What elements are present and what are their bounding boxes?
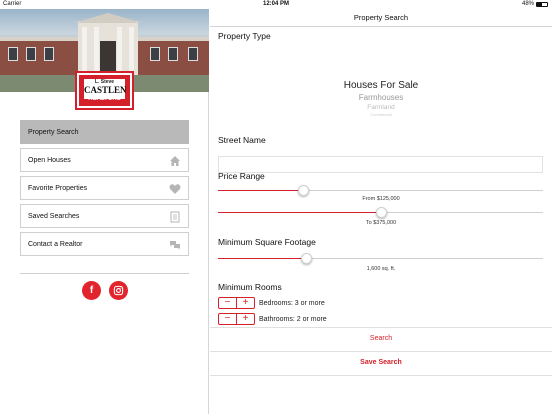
price-to-thumb[interactable] (375, 207, 387, 218)
instagram-glyph (113, 285, 124, 296)
document-icon (170, 211, 180, 223)
clock: 12:04 PM (262, 1, 289, 7)
main-panel: Property Search Property Type Houses For… (210, 9, 552, 414)
instagram-icon[interactable] (109, 281, 128, 300)
sidebar-divider (20, 273, 189, 274)
sidebar-menu: Property Search Open Houses Favorite Pro… (20, 120, 189, 260)
sidebar-item-contact-realtor[interactable]: Contact a Realtor (20, 232, 189, 256)
bedrooms-label: Bedrooms: 3 or more (259, 299, 325, 307)
picker-option[interactable]: Farmland (210, 103, 552, 112)
bedrooms-minus-button[interactable]: − (219, 298, 237, 308)
bedrooms-row: − + Bedrooms: 3 or more (218, 297, 325, 309)
sidebar-item-label: Saved Searches (28, 212, 80, 220)
bathrooms-minus-button[interactable]: − (219, 314, 237, 324)
home-icon (170, 156, 180, 166)
bathrooms-stepper: − + (218, 313, 255, 325)
social-links: f (82, 281, 128, 300)
street-name-input[interactable] (218, 156, 543, 173)
facebook-icon[interactable]: f (82, 281, 101, 300)
sqft-thumb[interactable] (300, 253, 312, 264)
bathrooms-label: Bathrooms: 2 or more (259, 315, 327, 323)
sqft-label: Minimum Square Footage (218, 237, 316, 247)
price-range-label: Price Range (218, 171, 265, 181)
divider (210, 375, 552, 376)
price-from-value: From $125,000 (362, 196, 400, 202)
price-to-value: To $375,000 (365, 220, 397, 226)
heart-icon (169, 184, 181, 194)
bathrooms-row: − + Bathrooms: 2 or more (218, 313, 327, 325)
sidebar-item-label: Favorite Properties (28, 184, 88, 192)
save-search-button[interactable]: Save Search (210, 359, 552, 366)
price-from-thumb[interactable] (297, 185, 309, 196)
sidebar: L. Steve CASTLEN REALTORS Property Searc… (0, 9, 209, 414)
sidebar-item-label: Open Houses (28, 156, 71, 164)
status-bar: Carrier 12:04 PM 48% (0, 0, 552, 9)
sidebar-item-saved-searches[interactable]: Saved Searches (20, 204, 189, 228)
battery-icon (536, 1, 548, 7)
logo-tagline: REALTORS (88, 96, 121, 102)
battery-indicator: 48% (522, 1, 548, 7)
picker-option[interactable]: Commercial (210, 112, 552, 117)
bedrooms-plus-button[interactable]: + (237, 298, 254, 308)
battery-percent: 48% (521, 1, 534, 7)
chat-icon (170, 241, 180, 250)
sqft-value: 1,600 sq. ft. (366, 266, 396, 272)
search-button[interactable]: Search (210, 335, 552, 342)
bathrooms-plus-button[interactable]: + (237, 314, 254, 324)
picker-selected[interactable]: Houses For Sale (210, 79, 552, 92)
sidebar-item-label: Property Search (28, 128, 79, 136)
property-type-picker[interactable]: Houses For Sale Farmhouses Farmland Comm… (210, 79, 552, 117)
sidebar-item-open-houses[interactable]: Open Houses (20, 148, 189, 172)
bedrooms-stepper: − + (218, 297, 255, 309)
min-rooms-label: Minimum Rooms (218, 282, 282, 292)
sidebar-item-favorite-properties[interactable]: Favorite Properties (20, 176, 189, 200)
sidebar-item-property-search[interactable]: Property Search (20, 120, 189, 144)
property-type-label: Property Type (218, 31, 271, 41)
picker-option[interactable]: Farmhouses (210, 92, 552, 103)
castlen-logo: L. Steve CASTLEN REALTORS (75, 71, 134, 110)
street-name-label: Street Name (218, 135, 266, 145)
price-to-slider[interactable] (218, 207, 543, 219)
divider (210, 351, 552, 352)
facebook-glyph: f (89, 285, 94, 296)
divider (210, 327, 552, 328)
logo-name: CASTLEN (84, 85, 127, 95)
page-title: Property Search (210, 9, 552, 27)
sqft-slider[interactable] (218, 253, 543, 265)
sidebar-item-label: Contact a Realtor (28, 240, 83, 248)
